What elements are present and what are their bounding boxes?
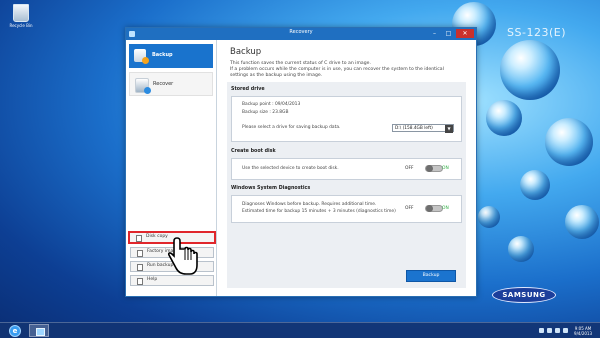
- disk-copy-icon: [136, 235, 142, 242]
- volume-icon[interactable]: [555, 328, 561, 333]
- backup-button[interactable]: Backup: [406, 270, 456, 282]
- taskbar: e 9:05 AM 9/4/2013: [0, 322, 600, 338]
- boot-disk-text: Use the selected device to create boot d…: [242, 166, 339, 171]
- chevron-down-icon: ▼: [445, 125, 453, 133]
- bubble-decoration: [508, 236, 534, 262]
- drive-select[interactable]: D:\ (158.4GB left) ▼: [392, 124, 454, 133]
- bubble-decoration: [486, 100, 522, 136]
- settings-area: Stored drive Backup point : 09/04/2013 B…: [227, 82, 466, 288]
- close-button[interactable]: ✕: [456, 29, 474, 38]
- diagnostics-line2: Estimated time for backup 15 minutes + 3…: [242, 209, 396, 214]
- bubble-decoration: [565, 205, 599, 239]
- backup-drive-icon: [134, 49, 149, 64]
- factory-image-icon: [137, 250, 143, 257]
- recycle-bin-shortcut[interactable]: Recycle Bin: [6, 4, 36, 28]
- diagnostics-line1: Diagnoses Windows before backup. Require…: [242, 202, 377, 207]
- window-title: Recovery: [289, 29, 313, 35]
- diagnostics-title: Windows System Diagnostics: [231, 186, 311, 191]
- clock[interactable]: 9:05 AM 9/4/2013: [574, 326, 592, 336]
- recycle-bin-label: Recycle Bin: [9, 23, 33, 28]
- toggle-off-label: OFF: [405, 166, 414, 171]
- boot-disk-toggle[interactable]: OFF ON: [405, 165, 449, 172]
- internet-explorer-icon[interactable]: e: [9, 325, 21, 337]
- drive-instruction-text: Please select a drive for saving backup …: [242, 125, 341, 130]
- bubble-decoration: [478, 206, 500, 228]
- backup-point-text: Backup point : 09/04/2013: [242, 102, 301, 107]
- bubble-decoration: [500, 40, 560, 100]
- bubble-decoration: [520, 170, 550, 200]
- tray-arrow-icon[interactable]: [539, 328, 545, 333]
- model-watermark: SS-123(E): [507, 26, 566, 39]
- bubble-decoration: [545, 118, 593, 166]
- taskbar-recovery-app[interactable]: [29, 324, 49, 337]
- tool-label: Disk copy: [146, 234, 168, 239]
- hand-cursor-icon: [168, 237, 198, 275]
- page-description: This function saves the current status o…: [230, 61, 444, 78]
- toggle-on-label: ON: [442, 206, 449, 211]
- help-icon: [137, 278, 143, 285]
- stored-drive-panel: Backup point : 09/04/2013 Backup size : …: [231, 96, 462, 142]
- clock-date: 9/4/2013: [574, 330, 592, 336]
- page-title: Backup: [230, 47, 262, 57]
- backup-size-text: Backup size : 23.8GB: [242, 110, 289, 115]
- diagnostics-toggle[interactable]: OFF ON: [405, 205, 449, 212]
- main-panel: Backup This function saves the current s…: [217, 40, 476, 296]
- system-tray: 9:05 AM 9/4/2013: [536, 325, 592, 336]
- recovery-app-icon: [36, 328, 45, 336]
- sidebar-item-label: Recover: [153, 81, 174, 87]
- sidebar-item-label: Backup: [152, 52, 173, 58]
- toggle-off-label: OFF: [405, 206, 414, 211]
- drive-select-value: D:\ (158.4GB left): [395, 126, 433, 131]
- minimize-button[interactable]: –: [428, 29, 441, 38]
- recover-drive-icon: [135, 78, 151, 94]
- sidebar-item-backup[interactable]: Backup: [129, 44, 213, 68]
- clock-time: 9:05 AM: [574, 325, 592, 331]
- run-backup-icon: [137, 264, 143, 271]
- toggle-on-label: ON: [442, 166, 449, 171]
- recycle-bin-icon: [13, 4, 29, 22]
- sidebar-item-recover[interactable]: Recover: [129, 72, 213, 96]
- battery-icon[interactable]: [563, 328, 569, 333]
- brand-logo: SAMSUNG: [492, 287, 556, 303]
- tool-label: Help: [147, 277, 158, 282]
- diagnostics-panel: Diagnoses Windows before backup. Require…: [231, 195, 462, 223]
- boot-disk-panel: Use the selected device to create boot d…: [231, 158, 462, 180]
- window-titlebar[interactable]: Recovery – □ ✕: [126, 28, 476, 40]
- maximize-button[interactable]: □: [442, 29, 455, 38]
- boot-disk-title: Create boot disk: [231, 149, 276, 154]
- network-icon[interactable]: [547, 328, 553, 333]
- stored-drive-title: Stored drive: [231, 87, 265, 92]
